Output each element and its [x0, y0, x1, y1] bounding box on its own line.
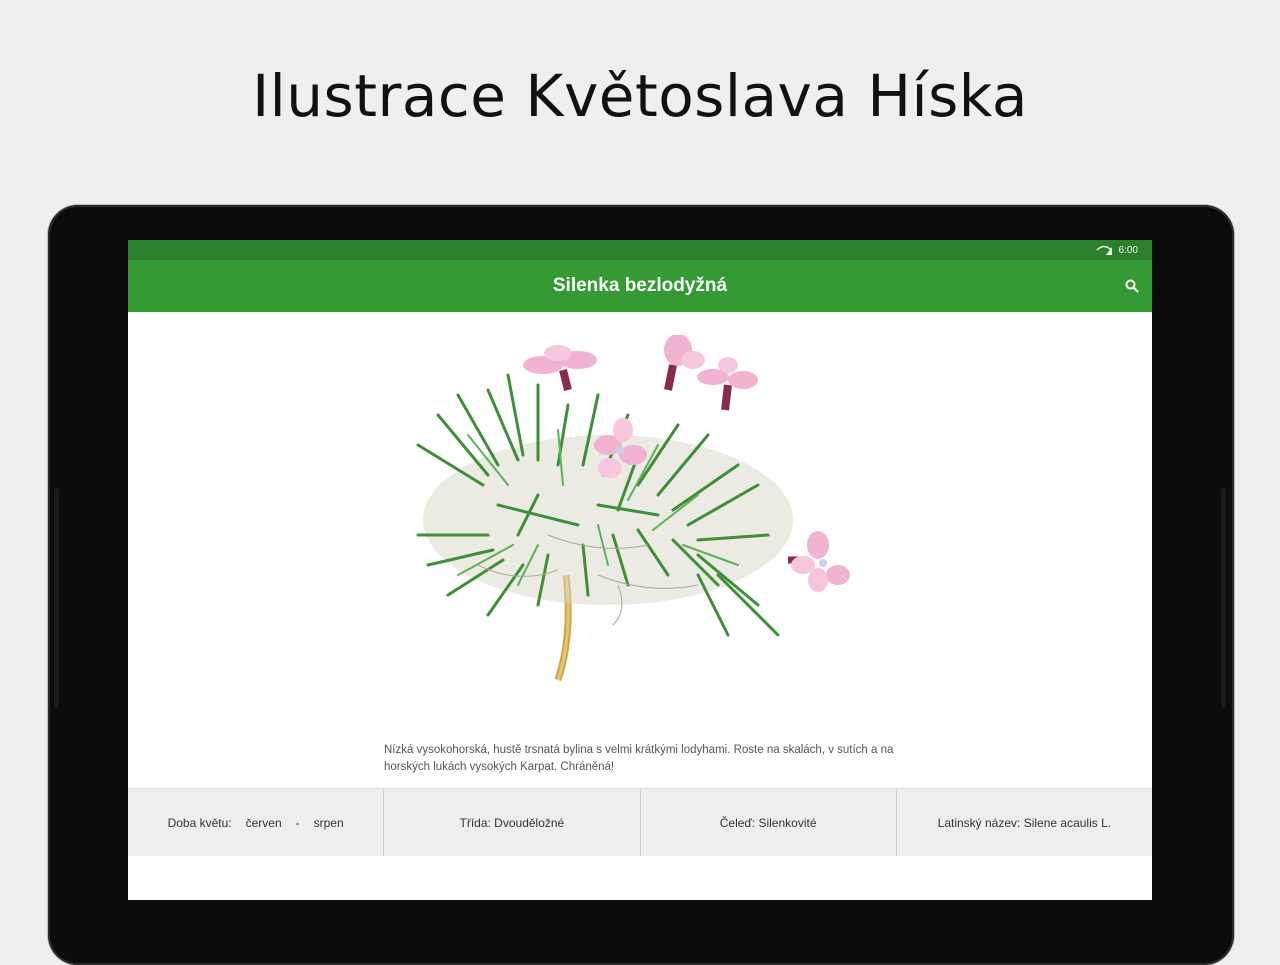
tablet-side-button-left [54, 488, 59, 708]
bloom-label: Doba květu: [167, 815, 232, 830]
status-time: 6:00 [1118, 244, 1138, 256]
page-title: Silenka bezlodyžná [552, 275, 728, 296]
flower [697, 357, 758, 411]
search-icon [1125, 279, 1139, 293]
plant-family: Čeleď: Silenkovité [641, 789, 897, 856]
status-bar: 6:00 [128, 240, 1152, 260]
bloom-from: červen [245, 815, 282, 830]
app-bar: Silenka bezlodyžná [128, 260, 1152, 312]
app-screen: 6:00 Silenka bezlodyžná Nízká vysokohors… [128, 240, 1152, 900]
plant-description: Nízká vysokohorská, hustě trsnatá bylina… [384, 744, 894, 773]
bloom-period: Doba květu: červen - srpen [128, 789, 385, 856]
promo-headline: Ilustrace Květoslava Híska [252, 62, 1028, 130]
signal-icon [1096, 245, 1112, 255]
flower [664, 335, 705, 391]
bloom-separator: - [295, 815, 300, 830]
search-button[interactable] [1120, 274, 1144, 298]
flower [788, 531, 850, 592]
bloom-to: srpen [313, 815, 344, 830]
tablet-side-button-right [1221, 488, 1226, 708]
plant-class: Třída: Dvouděložné [384, 789, 641, 856]
plant-latin-name: Latinský název: Silene acaulis L. [937, 815, 1112, 830]
plant-illustration [416, 335, 850, 682]
flower [523, 345, 597, 391]
plant-info-row: Doba květu: červen - srpen Třída: Dvoudě… [128, 788, 1152, 856]
